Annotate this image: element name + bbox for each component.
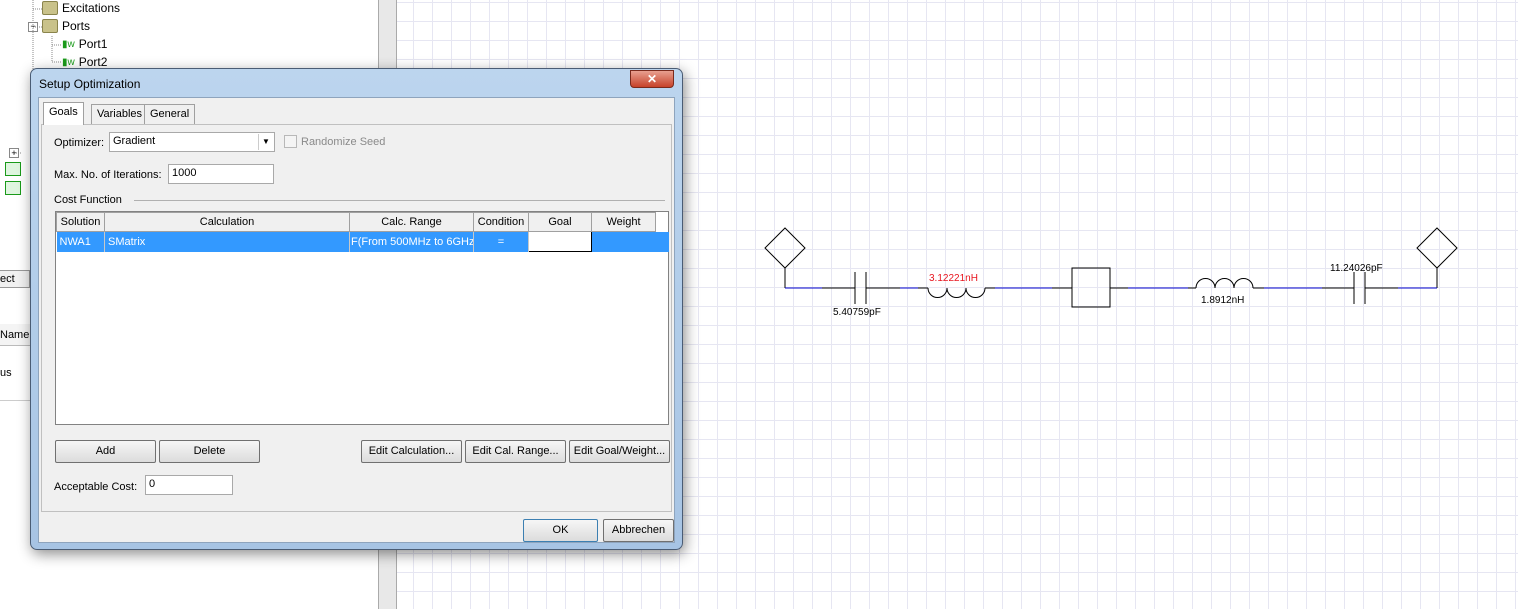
max-iterations-input[interactable]: 1000 <box>168 164 274 184</box>
delete-button[interactable]: Delete <box>159 440 260 463</box>
column-weight[interactable]: Weight <box>591 212 656 232</box>
cell-solution[interactable]: NWA1 <box>56 231 105 252</box>
table-row[interactable]: NWA1 SMatrix F(From 500MHz to 6GHz) = <box>56 231 656 252</box>
ok-button[interactable]: OK <box>523 519 598 542</box>
randomize-seed-checkbox[interactable] <box>284 135 297 148</box>
column-goal[interactable]: Goal <box>528 212 592 232</box>
cost-function-label: Cost Function <box>54 194 122 206</box>
l2-value-label[interactable]: 1.8912nH <box>1201 295 1244 306</box>
randomize-seed-label: Randomize Seed <box>301 136 386 148</box>
cell-calculation[interactable]: SMatrix <box>104 231 350 252</box>
goals-panel: Optimizer: Gradient ▼ Randomize Seed Max.… <box>41 124 672 512</box>
tab-goals[interactable]: Goals <box>43 102 84 125</box>
network-block <box>1071 267 1111 308</box>
row-fill <box>655 232 669 252</box>
cancel-button[interactable]: Abbrechen <box>603 519 674 542</box>
chevron-down-icon[interactable]: ▼ <box>258 134 273 150</box>
optimizer-value: Gradient <box>113 135 156 147</box>
optimizer-label: Optimizer: <box>54 137 105 149</box>
close-button[interactable]: ✕ <box>630 70 674 88</box>
dialog-title: Setup Optimization <box>39 77 141 91</box>
port1-symbol <box>764 227 806 269</box>
acceptable-cost-label: Acceptable Cost: <box>54 481 138 493</box>
c1-value-label[interactable]: 5.40759pF <box>833 307 881 318</box>
l1-value-label[interactable]: 3.12221nH <box>929 273 978 284</box>
goal-input[interactable] <box>528 231 592 252</box>
cost-function-table: Solution Calculation Calc. Range Conditi… <box>55 211 669 425</box>
cell-condition[interactable]: = <box>473 231 529 252</box>
optimizer-select[interactable]: Gradient ▼ <box>109 132 275 152</box>
cell-weight[interactable] <box>591 231 656 252</box>
column-calc-range[interactable]: Calc. Range <box>349 212 474 232</box>
add-button[interactable]: Add <box>55 440 156 463</box>
column-calculation[interactable]: Calculation <box>104 212 350 232</box>
edit-calculation-button[interactable]: Edit Calculation... <box>361 440 462 463</box>
acceptable-cost-input[interactable]: 0 <box>145 475 233 495</box>
tab-variables[interactable]: Variables <box>91 104 149 125</box>
setup-optimization-dialog: Setup Optimization ✕ Goals Variables Gen… <box>30 68 683 550</box>
cell-calc-range[interactable]: F(From 500MHz to 6GHz) <box>349 231 474 252</box>
table-header: Solution Calculation Calc. Range Conditi… <box>56 212 656 232</box>
inductor-l1 <box>927 287 986 298</box>
tab-general[interactable]: General <box>144 104 196 125</box>
edit-goal-weight-button[interactable]: Edit Goal/Weight... <box>569 440 670 463</box>
column-solution[interactable]: Solution <box>56 212 105 232</box>
port2-symbol <box>1416 227 1458 269</box>
column-condition[interactable]: Condition <box>473 212 529 232</box>
c2-value-label[interactable]: 11.24026pF <box>1330 263 1383 274</box>
edit-cal-range-button[interactable]: Edit Cal. Range... <box>465 440 566 463</box>
group-divider <box>134 200 665 201</box>
max-iterations-label: Max. No. of Iterations: <box>54 169 162 181</box>
inductor-l2 <box>1195 278 1254 289</box>
